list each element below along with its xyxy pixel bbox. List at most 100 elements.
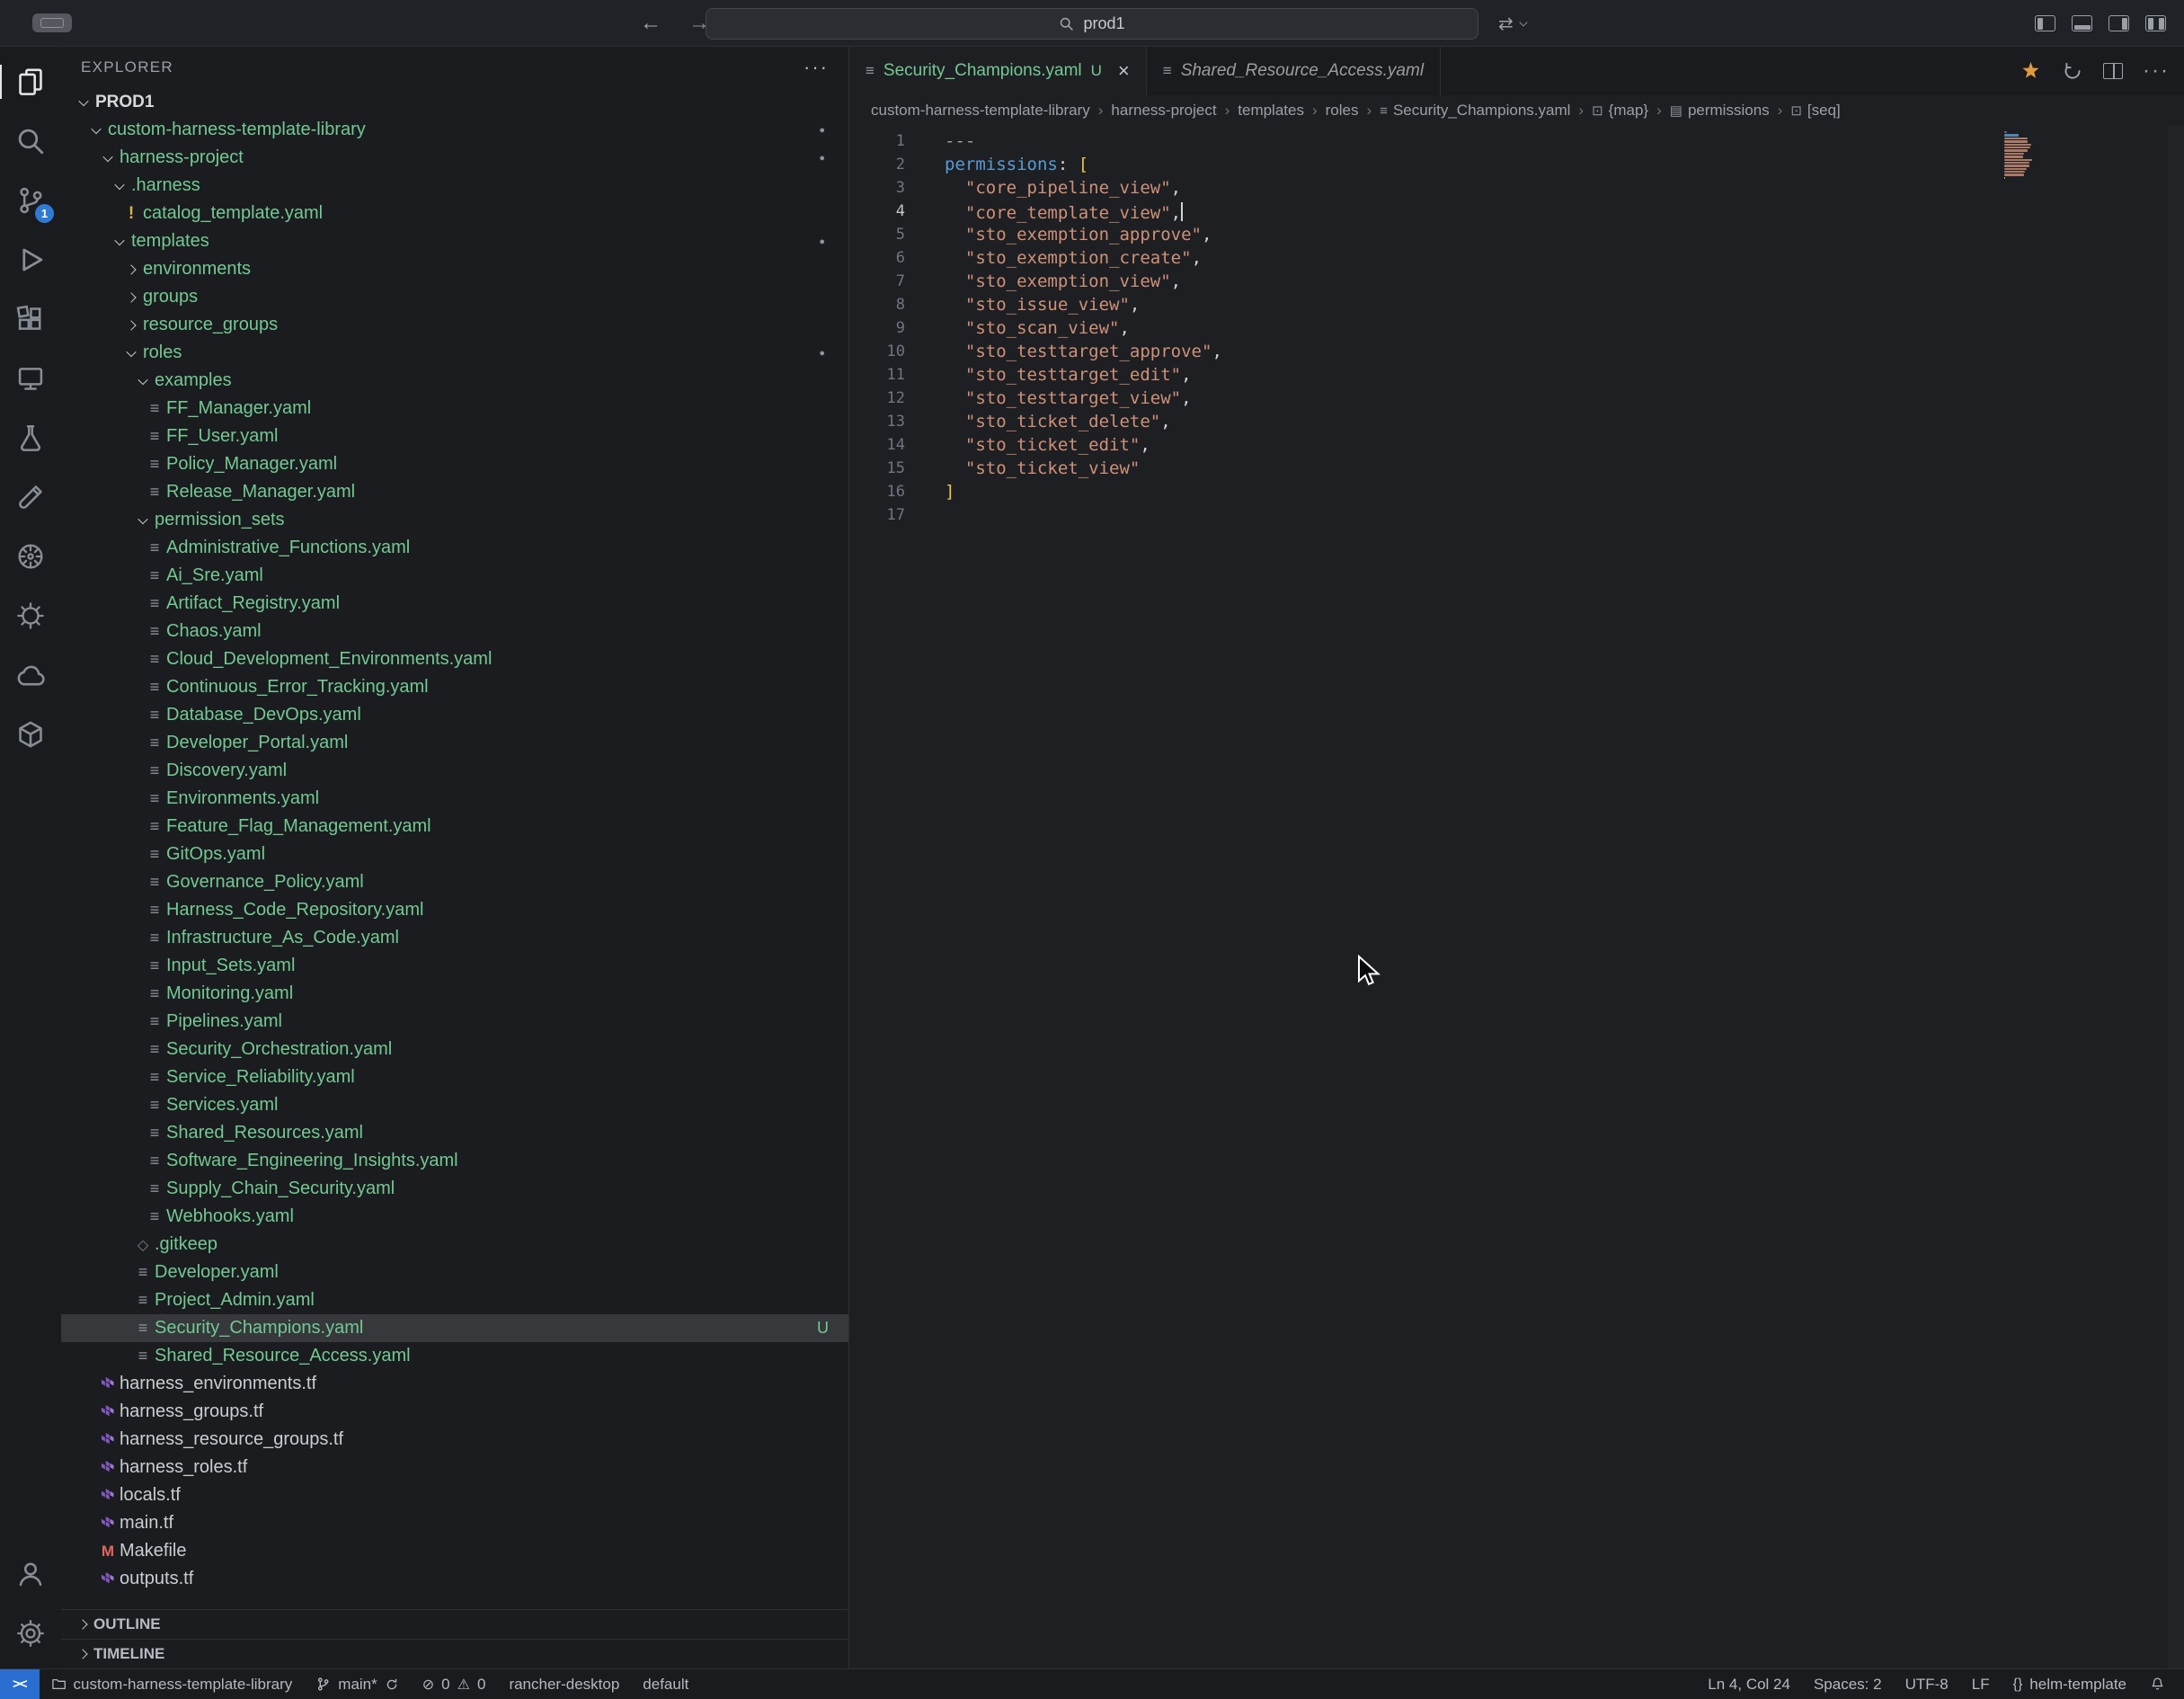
editor-more-actions-icon[interactable]: ··· xyxy=(2143,58,2170,84)
breadcrumb-item[interactable]: ▤permissions xyxy=(1670,102,1770,120)
tree-item[interactable]: harness_roles.tf xyxy=(61,1454,848,1481)
branch-item[interactable]: main* xyxy=(304,1669,410,1699)
tree-item[interactable]: templates● xyxy=(61,227,848,255)
tree-item[interactable]: ◇.gitkeep xyxy=(61,1231,848,1259)
remote-indicator[interactable]: >< xyxy=(0,1669,40,1699)
tree-item[interactable]: main.tf xyxy=(61,1509,848,1537)
language-mode-item[interactable]: {} helm-template xyxy=(2002,1676,2138,1694)
tree-item[interactable]: ≡Project_Admin.yaml xyxy=(61,1286,848,1314)
activity-cloud[interactable] xyxy=(0,645,61,705)
tree-item[interactable]: ≡Ai_Sre.yaml xyxy=(61,562,848,590)
code-line[interactable]: 6 "sto_exemption_create", xyxy=(849,246,2184,270)
tree-item[interactable]: custom-harness-template-library● xyxy=(61,116,848,144)
breadcrumb-item[interactable]: ⊡{map} xyxy=(1592,102,1648,120)
tree-item[interactable]: ≡Security_Champions.yamlU xyxy=(61,1314,848,1342)
breadcrumb-item[interactable]: harness-project xyxy=(1111,102,1216,120)
code-line[interactable]: 8 "sto_issue_view", xyxy=(849,293,2184,316)
tree-item[interactable]: harness_environments.tf xyxy=(61,1370,848,1398)
tree-item[interactable]: ≡Continuous_Error_Tracking.yaml xyxy=(61,673,848,701)
tree-item[interactable]: ≡Environments.yaml xyxy=(61,785,848,813)
minimap[interactable] xyxy=(2004,131,2049,183)
tree-item[interactable]: .harness xyxy=(61,172,848,200)
tree-item[interactable]: ≡Webhooks.yaml xyxy=(61,1203,848,1231)
breadcrumb-item[interactable]: ≡Security_Champions.yaml xyxy=(1380,102,1570,120)
tree-item[interactable]: ≡Administrative_Functions.yaml xyxy=(61,534,848,562)
tree-item[interactable]: ≡Database_DevOps.yaml xyxy=(61,701,848,729)
cursor-position-item[interactable]: Ln 4, Col 24 xyxy=(1696,1676,1802,1694)
activity-remote-explorer[interactable] xyxy=(0,349,61,408)
code-line[interactable]: 16] xyxy=(849,480,2184,503)
tree-item[interactable]: ≡Developer.yaml xyxy=(61,1259,848,1286)
tree-item[interactable]: ≡Infrastructure_As_Code.yaml xyxy=(61,924,848,952)
code-line[interactable]: 5 "sto_exemption_approve", xyxy=(849,223,2184,246)
activity-helm[interactable] xyxy=(0,586,61,645)
namespace-item[interactable]: default xyxy=(631,1669,700,1699)
tree-item[interactable]: ≡Input_Sets.yaml xyxy=(61,952,848,980)
tree-item[interactable]: ≡Release_Manager.yaml xyxy=(61,478,848,506)
extension-sparkle-icon[interactable] xyxy=(2020,60,2042,83)
workspace-item[interactable]: custom-harness-template-library xyxy=(40,1669,305,1699)
command-center-search[interactable]: prod1 xyxy=(706,8,1478,40)
tree-item[interactable]: ≡Developer_Portal.yaml xyxy=(61,729,848,757)
breadcrumb-item[interactable]: templates xyxy=(1238,102,1304,120)
tree-item[interactable]: MMakefile xyxy=(61,1537,848,1565)
code-line[interactable]: 14 "sto_ticket_edit", xyxy=(849,433,2184,457)
code-line[interactable]: 1--- xyxy=(849,129,2184,153)
tree-item[interactable]: permission_sets xyxy=(61,506,848,534)
tree-item[interactable]: ≡Cloud_Development_Environments.yaml xyxy=(61,645,848,673)
encoding-item[interactable]: UTF-8 xyxy=(1894,1676,1960,1694)
code-line[interactable]: 17 xyxy=(849,503,2184,527)
tree-item[interactable]: ≡Security_Orchestration.yaml xyxy=(61,1036,848,1063)
section-timeline[interactable]: TIMELINE xyxy=(61,1639,848,1668)
code-line[interactable]: 15 "sto_ticket_view" xyxy=(849,457,2184,480)
tree-item[interactable]: ≡Pipelines.yaml xyxy=(61,1008,848,1036)
scrollbar[interactable] xyxy=(2168,126,2184,1668)
breadcrumb-item[interactable]: roles xyxy=(1326,102,1359,120)
open-changes-icon[interactable] xyxy=(2062,60,2083,82)
activity-kubernetes[interactable] xyxy=(0,527,61,586)
close-tab-icon[interactable]: × xyxy=(1118,61,1130,81)
tab-shared-resource-access[interactable]: ≡ Shared_Resource_Access.yaml xyxy=(1147,47,1441,95)
activity-search[interactable] xyxy=(0,111,61,171)
code-editor[interactable]: 1---2permissions: [3 "core_pipeline_view… xyxy=(849,126,2184,1668)
tree-item[interactable]: ≡FF_Manager.yaml xyxy=(61,395,848,423)
tree-item[interactable]: harness_resource_groups.tf xyxy=(61,1426,848,1454)
breadcrumb-item[interactable]: custom-harness-template-library xyxy=(871,102,1090,120)
run-task-button[interactable]: ⇄ xyxy=(1498,0,1531,47)
tree-item[interactable]: ≡Services.yaml xyxy=(61,1091,848,1119)
breadcrumb-item[interactable]: ⊡[seq] xyxy=(1790,102,1840,120)
toggle-secondary-sidebar-icon[interactable] xyxy=(2109,15,2129,31)
activity-test-tube[interactable] xyxy=(0,467,61,527)
toggle-panel-icon[interactable] xyxy=(2072,15,2092,31)
tree-item[interactable]: ≡Software_Engineering_Insights.yaml xyxy=(61,1147,848,1175)
tree-item[interactable]: ≡Feature_Flag_Management.yaml xyxy=(61,813,848,841)
tree-item[interactable]: groups xyxy=(61,283,848,311)
tree-item[interactable]: ≡Supply_Chain_Security.yaml xyxy=(61,1175,848,1203)
tree-item[interactable]: roles● xyxy=(61,339,848,367)
code-line[interactable]: 9 "sto_scan_view", xyxy=(849,316,2184,340)
notifications-bell-icon[interactable] xyxy=(2138,1677,2177,1692)
activity-containers[interactable] xyxy=(0,705,61,764)
activity-run-debug[interactable] xyxy=(0,230,61,289)
activity-testing-flask[interactable] xyxy=(0,408,61,467)
code-line[interactable]: 11 "sto_testtarget_edit", xyxy=(849,363,2184,387)
activity-extensions[interactable] xyxy=(0,289,61,349)
problems-item[interactable]: ⊘ 0 ⚠ 0 xyxy=(411,1669,498,1699)
tab-security-champions[interactable]: ≡ Security_Champions.yaml U × xyxy=(849,47,1147,95)
activity-source-control[interactable]: 1 xyxy=(0,171,61,230)
tree-item[interactable]: examples xyxy=(61,367,848,395)
activity-accounts[interactable] xyxy=(0,1544,61,1604)
tree-item[interactable]: ≡Harness_Code_Repository.yaml xyxy=(61,896,848,924)
tree-item[interactable]: ≡Service_Reliability.yaml xyxy=(61,1063,848,1091)
tree-item[interactable]: ≡Chaos.yaml xyxy=(61,618,848,645)
tree-item[interactable]: harness_groups.tf xyxy=(61,1398,848,1426)
tree-item[interactable]: outputs.tf xyxy=(61,1565,848,1593)
code-line[interactable]: 2permissions: [ xyxy=(849,153,2184,176)
tree-item[interactable]: ≡GitOps.yaml xyxy=(61,841,848,868)
section-header-workspace[interactable]: PROD1 xyxy=(61,88,848,116)
activity-explorer[interactable] xyxy=(0,52,61,111)
tree-item[interactable]: ≡Governance_Policy.yaml xyxy=(61,868,848,896)
indentation-item[interactable]: Spaces: 2 xyxy=(1802,1676,1894,1694)
code-line[interactable]: 13 "sto_ticket_delete", xyxy=(849,410,2184,433)
eol-item[interactable]: LF xyxy=(1960,1676,2002,1694)
